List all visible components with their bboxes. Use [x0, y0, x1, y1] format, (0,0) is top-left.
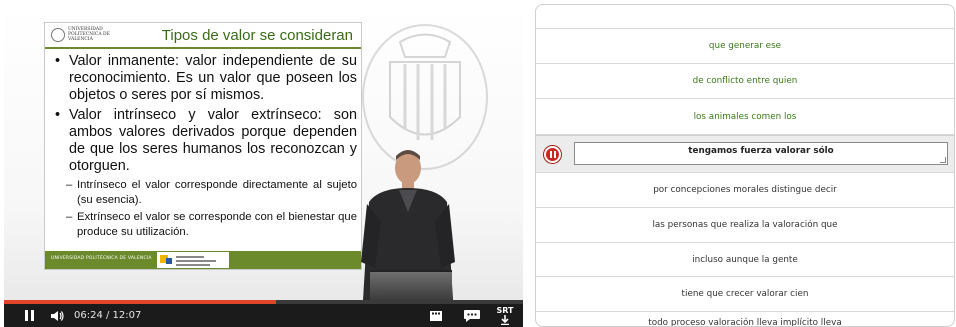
slide-title: Tipos de valor se consideran — [161, 27, 353, 44]
transcript-panel[interactable]: que generar ese de conflicto entre quien… — [535, 4, 955, 327]
volume-button[interactable] — [46, 304, 68, 327]
transcript-button[interactable] — [459, 304, 485, 327]
slide-sub-bullet: Extrínseco el valor se corresponde con e… — [51, 210, 357, 239]
transcript-row-active[interactable]: tengamos fuerza valorar sólo — [536, 135, 954, 173]
pause-icon — [23, 306, 35, 325]
transcript-row[interactable]: todo proceso valoración lleva implícito … — [536, 312, 954, 327]
slide-body: Valor inmanente: valor independiente de … — [51, 53, 357, 242]
lecture-slide: UNIVERSIDAD POLITECNICA DE VALENCIA Tipo… — [44, 22, 362, 270]
transcript-row[interactable]: las personas que realiza la valoración q… — [536, 208, 954, 243]
volume-icon — [51, 310, 64, 321]
university-logo: UNIVERSIDAD POLITECNICA DE VALENCIA — [51, 27, 111, 45]
speech-bubble-icon — [464, 309, 480, 322]
transcript-text: tengamos fuerza valorar sólo — [688, 146, 834, 156]
srt-label: SRT — [496, 305, 514, 315]
download-arrow-icon — [501, 314, 509, 325]
slide-bullet: Valor inmanente: valor independiente de … — [51, 53, 357, 104]
film-icon — [430, 310, 442, 321]
transcript-text: de conflicto entre quien — [692, 76, 798, 86]
srt-download-button[interactable]: SRT — [492, 304, 518, 327]
slide-sub-bullet: Intrínseco el valor corresponde directam… — [51, 178, 357, 207]
storyboard-button[interactable] — [424, 304, 448, 327]
transcript-edit-field[interactable]: tengamos fuerza valorar sólo — [574, 142, 948, 165]
transcript-row[interactable]: los animales comen los — [536, 99, 954, 135]
video-frame[interactable]: UNIVERSIDAD POLITECNICA DE VALENCIA Tipo… — [4, 4, 523, 300]
transcript-text: todo proceso valoración lleva implícito … — [648, 318, 842, 327]
video-player[interactable]: UNIVERSIDAD POLITECNICA DE VALENCIA Tipo… — [4, 4, 523, 327]
slide-header: UNIVERSIDAD POLITECNICA DE VALENCIA Tipo… — [45, 23, 361, 49]
transcript-text: que generar ese — [708, 41, 782, 51]
slide-footer: UNIVERSIDAD POLITÉCNICA DE VALENCIA — [45, 251, 361, 269]
transcript-text: los animales comen los — [693, 111, 797, 122]
transcript-text: tiene que crecer valorar cien — [681, 289, 809, 299]
resize-grip-icon[interactable] — [940, 157, 946, 163]
control-bar: 06:24 / 12:07 SRT — [4, 304, 523, 327]
transcript-text: las personas que realiza la valoración q… — [652, 220, 838, 230]
pause-circle-icon[interactable] — [544, 146, 561, 163]
transcript-row[interactable]: que generar ese — [536, 29, 954, 64]
lectern — [370, 270, 452, 300]
transcript-text: incluso aunque la gente — [692, 254, 798, 265]
transcript-row[interactable] — [536, 5, 954, 29]
department-logo — [157, 252, 229, 268]
pause-button[interactable] — [18, 304, 40, 327]
transcript-text: por concepciones morales distingue decir — [653, 185, 837, 195]
transcript-row[interactable]: incluso aunque la gente — [536, 243, 954, 277]
transcript-row[interactable]: tiene que crecer valorar cien — [536, 277, 954, 312]
time-display: 06:24 / 12:07 — [74, 310, 142, 321]
transcript-row[interactable]: por concepciones morales distingue decir — [536, 173, 954, 208]
slide-footer-text: UNIVERSIDAD POLITÉCNICA DE VALENCIA — [51, 256, 152, 261]
slide-bullet: Valor intrínseco y valor extrínseco: son… — [51, 107, 357, 175]
transcript-row[interactable]: de conflicto entre quien — [536, 64, 954, 99]
university-logo-text: UNIVERSIDAD POLITECNICA DE VALENCIA — [68, 27, 110, 42]
university-seal-icon — [51, 28, 65, 42]
